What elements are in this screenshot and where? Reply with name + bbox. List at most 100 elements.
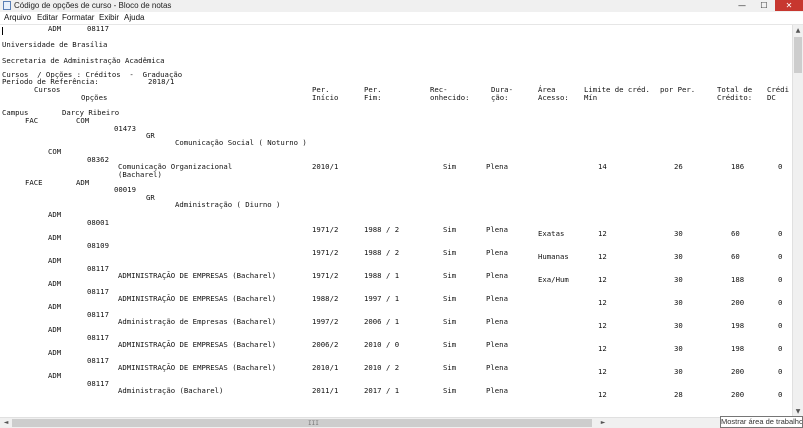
row-end-period: 1997 / 1 (364, 294, 400, 303)
fac-code: COM (76, 116, 90, 125)
row-min-credits: 12 (598, 298, 607, 307)
scroll-up-arrow-icon[interactable]: ▲ (793, 26, 803, 35)
face-code: ADM (76, 178, 90, 187)
row-min-credits: 12 (598, 229, 607, 238)
row-credits-per-period: 30 (674, 298, 683, 307)
scroll-grip-icon: III (308, 420, 319, 427)
row-start-period: 1971/2 (312, 271, 339, 280)
header-duracao-2: ção: (491, 93, 509, 102)
row-credits-per-period: 30 (674, 321, 683, 330)
com-per: 26 (674, 162, 683, 171)
row-option: 08109 (87, 241, 109, 250)
row-end-period: 1988 / 1 (364, 271, 400, 280)
row-dept: ADM (48, 25, 62, 33)
row-dept: ADM (48, 233, 62, 242)
com-dc: 0 (778, 162, 783, 171)
row-dc: 0 (778, 298, 783, 307)
row-start-period: 1997/2 (312, 317, 339, 326)
row-option: 08117 (87, 379, 109, 388)
row-access-area: Exatas (538, 229, 565, 238)
com-dept: COM (48, 147, 62, 156)
com-total: 186 (731, 162, 745, 171)
row-duration: Plena (486, 248, 508, 257)
header-limite-2: Mín (584, 93, 598, 102)
document-text: Universidade de Brasília Secretaria de A… (0, 25, 792, 417)
row-dept: ADM (48, 256, 62, 265)
row-min-credits: 12 (598, 321, 607, 330)
row-credits-per-period: 28 (674, 390, 683, 399)
menu-formatar[interactable]: Formatar (62, 12, 94, 24)
row-dc: 0 (778, 367, 783, 376)
row-start-period: 1971/2 (312, 225, 339, 234)
com-dur: Plena (486, 162, 508, 171)
menu-editar[interactable]: Editar (37, 12, 58, 24)
close-button[interactable]: ✕ (775, 0, 803, 11)
row-dept: ADM (48, 210, 62, 219)
row-credits-per-period: 30 (674, 252, 683, 261)
row-total-credits: 60 (731, 252, 740, 261)
row-dept: ADM (48, 348, 62, 357)
header-reconhecido-2: onhecido: (430, 93, 470, 102)
row-duration: Plena (486, 363, 508, 372)
vertical-scrollbar[interactable]: ▲ ▼ (792, 25, 803, 417)
row-duration: Plena (486, 340, 508, 349)
header-cursos: Cursos (34, 85, 61, 94)
horizontal-scroll-thumb[interactable]: III (12, 419, 592, 427)
scroll-down-arrow-icon[interactable]: ▼ (793, 407, 803, 416)
row-dc: 0 (778, 252, 783, 261)
header-opcoes: Opções (81, 93, 108, 102)
row-total-credits: 60 (731, 229, 740, 238)
com-option: 08362 (87, 155, 109, 164)
text-editor[interactable]: Universidade de Brasília Secretaria de A… (0, 25, 792, 417)
maximize-button[interactable]: ☐ (753, 0, 775, 11)
scroll-right-arrow-icon[interactable]: ► (598, 418, 608, 427)
com-name-2: (Bacharel) (118, 170, 162, 179)
row-duration: Plena (486, 317, 508, 326)
secretariat-line: Secretaria de Administração Acadêmica (2, 56, 165, 65)
row-start-period: 1971/2 (312, 248, 339, 257)
row-min-credits: 12 (598, 344, 607, 353)
header-per-fim-2: Fim: (364, 93, 382, 102)
minimize-button[interactable]: — (731, 0, 753, 11)
row-recognized: Sim (443, 225, 457, 234)
row-course-name: ADMINISTRAÇÃO DE EMPRESAS (Bacharel) (118, 294, 277, 303)
row-end-period: 1988 / 2 (364, 248, 400, 257)
face-grade: GR (146, 193, 155, 202)
row-credits-per-period: 30 (674, 275, 683, 284)
row-total-credits: 198 (731, 321, 745, 330)
header-credi-2: DC (767, 93, 776, 102)
menu-ajuda[interactable]: Ajuda (124, 12, 144, 24)
face-unit: FACE (25, 178, 43, 187)
horizontal-scrollbar[interactable]: ◄ III ► (0, 417, 792, 428)
vertical-scroll-thumb[interactable] (794, 37, 802, 73)
show-desktop-tooltip: Mostrar área de trabalho (720, 416, 803, 428)
row-total-credits: 200 (731, 390, 745, 399)
row-option: 08117 (87, 287, 109, 296)
row-duration: Plena (486, 294, 508, 303)
scroll-left-arrow-icon[interactable]: ◄ (1, 418, 11, 427)
row-course-name: Administração (Bacharel) (118, 386, 224, 395)
row-min-credits: 12 (598, 275, 607, 284)
fac-grade: GR (146, 131, 155, 140)
row-end-period: 2010 / 0 (364, 340, 400, 349)
row-total-credits: 200 (731, 367, 745, 376)
row-start-period: 2010/1 (312, 363, 339, 372)
row-credits-per-period: 30 (674, 344, 683, 353)
menu-exibir[interactable]: Exibir (99, 12, 119, 24)
com-min: 14 (598, 162, 607, 171)
row-recognized: Sim (443, 363, 457, 372)
row-start-period: 2011/1 (312, 386, 339, 395)
row-course-name: Administração de Empresas (Bacharel) (118, 317, 277, 326)
row-recognized: Sim (443, 294, 457, 303)
row-total-credits: 200 (731, 298, 745, 307)
menu-arquivo[interactable]: Arquivo (4, 12, 31, 24)
row-access-area: Humanas (538, 252, 569, 261)
row-min-credits: 12 (598, 367, 607, 376)
face-course-name: Administração ( Diurno ) (175, 200, 281, 209)
row-course-name: ADMINISTRAÇÃO DE EMPRESAS (Bacharel) (118, 340, 277, 349)
row-duration: Plena (486, 271, 508, 280)
row-end-period: 1988 / 2 (364, 225, 400, 234)
university-line: Universidade de Brasília (2, 40, 108, 49)
row-dept: ADM (48, 371, 62, 380)
row-recognized: Sim (443, 386, 457, 395)
